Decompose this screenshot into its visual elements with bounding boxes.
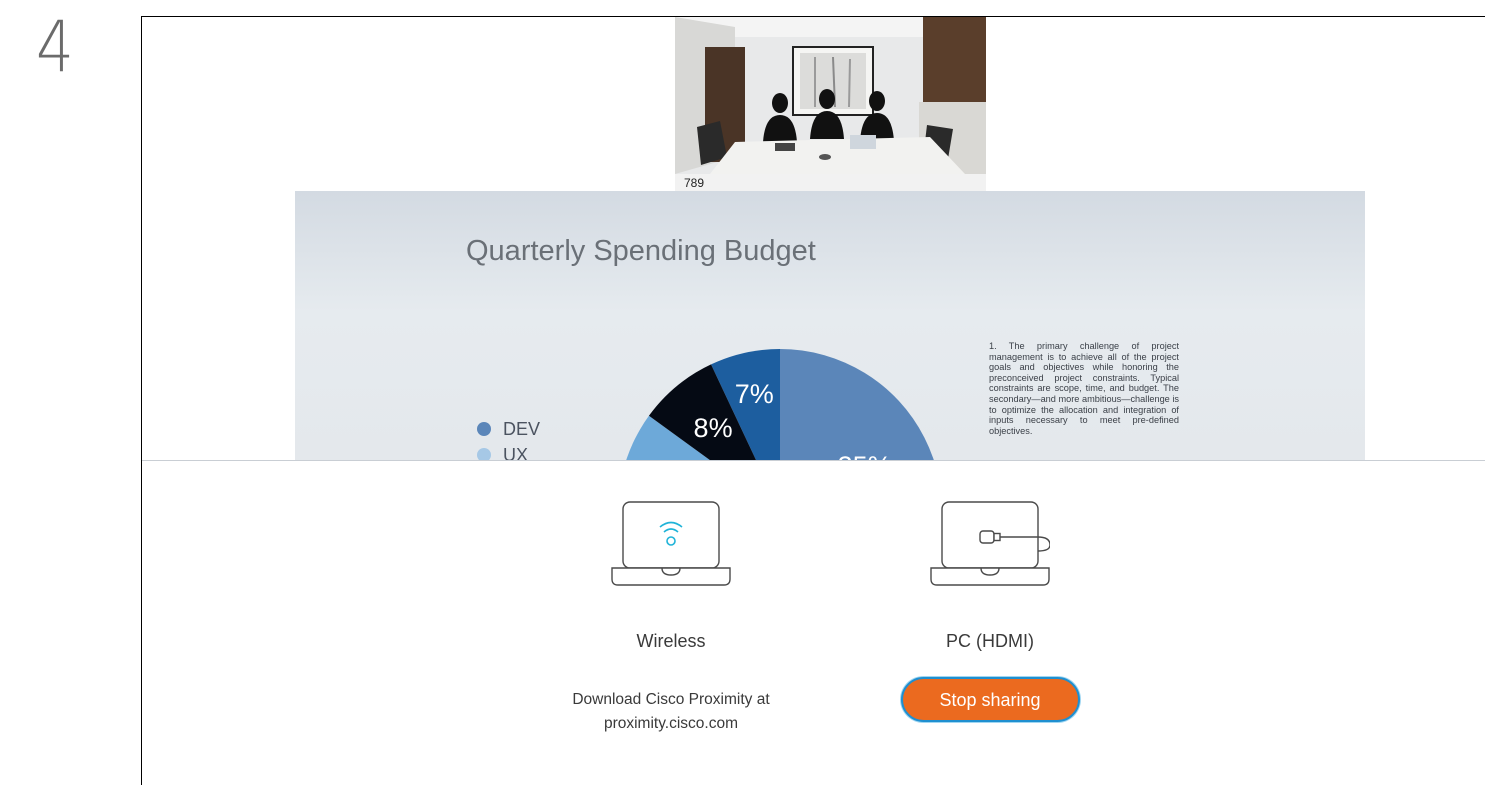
hdmi-label: PC (HDMI): [946, 631, 1034, 651]
presentation-view: 35%7%8% Quarterly Spending Budget DEV UX…: [295, 191, 1365, 461]
screen-frame: 789 35%7%8% Quarterly Spending Budget DE…: [141, 16, 1485, 785]
wireless-hint-line1: Download Cisco Proximity at: [572, 691, 770, 708]
legend-dot-dev: [477, 422, 491, 436]
pie-slice-35: [780, 349, 935, 461]
pie-chart: 35%7%8%: [625, 349, 935, 461]
self-view-label: 789: [675, 174, 986, 192]
legend-label-ux: UX: [503, 444, 529, 462]
laptop-hdmi-icon: [930, 501, 1050, 586]
hdmi-source[interactable]: PC (HDMI) Stop sharing: [890, 501, 1090, 722]
legend-item-dev: DEV: [477, 416, 540, 442]
share-source-panel: Wireless Download Cisco Proximity at pro…: [142, 460, 1485, 785]
chart-legend: DEV UX: [477, 416, 540, 461]
step-number: 4: [36, 6, 74, 88]
self-view[interactable]: 789: [675, 17, 986, 192]
stop-sharing-button[interactable]: Stop sharing: [900, 677, 1080, 722]
laptop-wireless-icon: [611, 501, 731, 586]
wireless-source[interactable]: Wireless Download Cisco Proximity at pro…: [542, 501, 800, 736]
pie-label-8: 8%: [694, 413, 733, 443]
presentation-paragraph: 1. The primary challenge of project mana…: [989, 341, 1179, 436]
self-view-image: [675, 17, 986, 174]
wireless-label: Wireless: [636, 631, 706, 651]
presentation-title: Quarterly Spending Budget: [466, 235, 816, 267]
legend-label-dev: DEV: [503, 418, 541, 439]
wireless-hint-line2: proximity.cisco.com: [603, 715, 739, 732]
pie-label-7: 7%: [735, 379, 774, 409]
wireless-hint: Download Cisco Proximity at proximity.ci…: [542, 688, 800, 736]
legend-item-ux: UX: [477, 442, 540, 461]
